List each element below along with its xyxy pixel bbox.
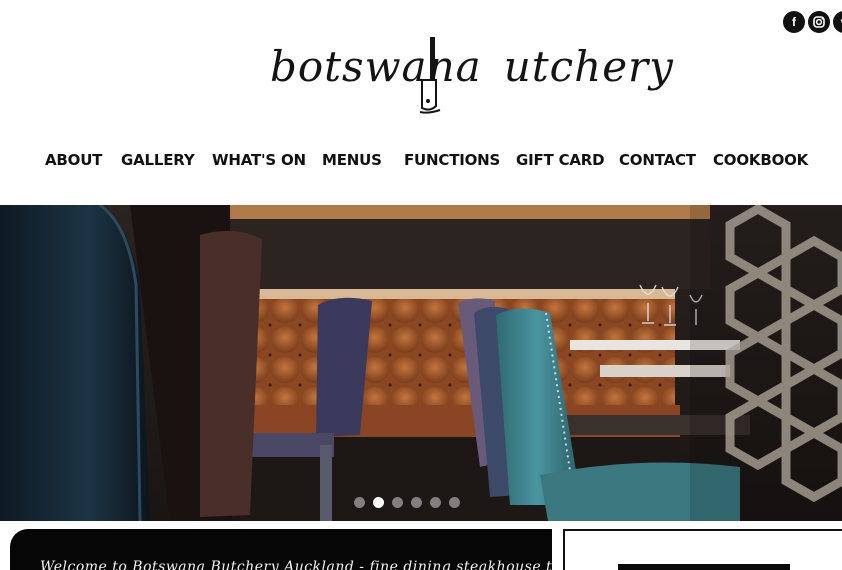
welcome-text: Welcome to Botswana Butchery Auckland - … [40,559,552,570]
side-panel-heading-bar [618,564,790,570]
site-logo[interactable]: botswana utchery [270,36,673,128]
nav-about[interactable]: ABOUT [45,151,102,169]
nav-cookbook[interactable]: COOKBOOK [713,151,808,169]
facebook-icon[interactable]: f [783,11,805,33]
slide-dot[interactable] [354,497,365,508]
nav-contact[interactable]: CONTACT [619,151,696,169]
side-panel [563,529,842,570]
main-nav: ABOUT GALLERY WHAT'S ON MENUS FUNCTIONS … [0,151,842,175]
slide-dot[interactable] [392,497,403,508]
restaurant-interior-image [0,205,842,521]
hero-slideshow[interactable] [0,205,842,521]
slide-dot[interactable] [430,497,441,508]
nav-whats-on[interactable]: WHAT'S ON [212,151,306,169]
nav-gallery[interactable]: GALLERY [121,151,195,169]
social-icons: f v [783,11,842,35]
nav-menus[interactable]: MENUS [322,151,382,169]
nav-gift-card[interactable]: GIFT CARD [516,151,605,169]
cleaver-icon [419,37,441,114]
slide-dot[interactable] [411,497,422,508]
slide-dot[interactable] [449,497,460,508]
instagram-icon[interactable] [808,11,830,33]
welcome-panel: Welcome to Botswana Butchery Auckland - … [10,529,552,570]
nav-functions[interactable]: FUNCTIONS [404,151,500,169]
vimeo-icon[interactable]: v [833,11,842,33]
slide-dot-active[interactable] [373,497,384,508]
